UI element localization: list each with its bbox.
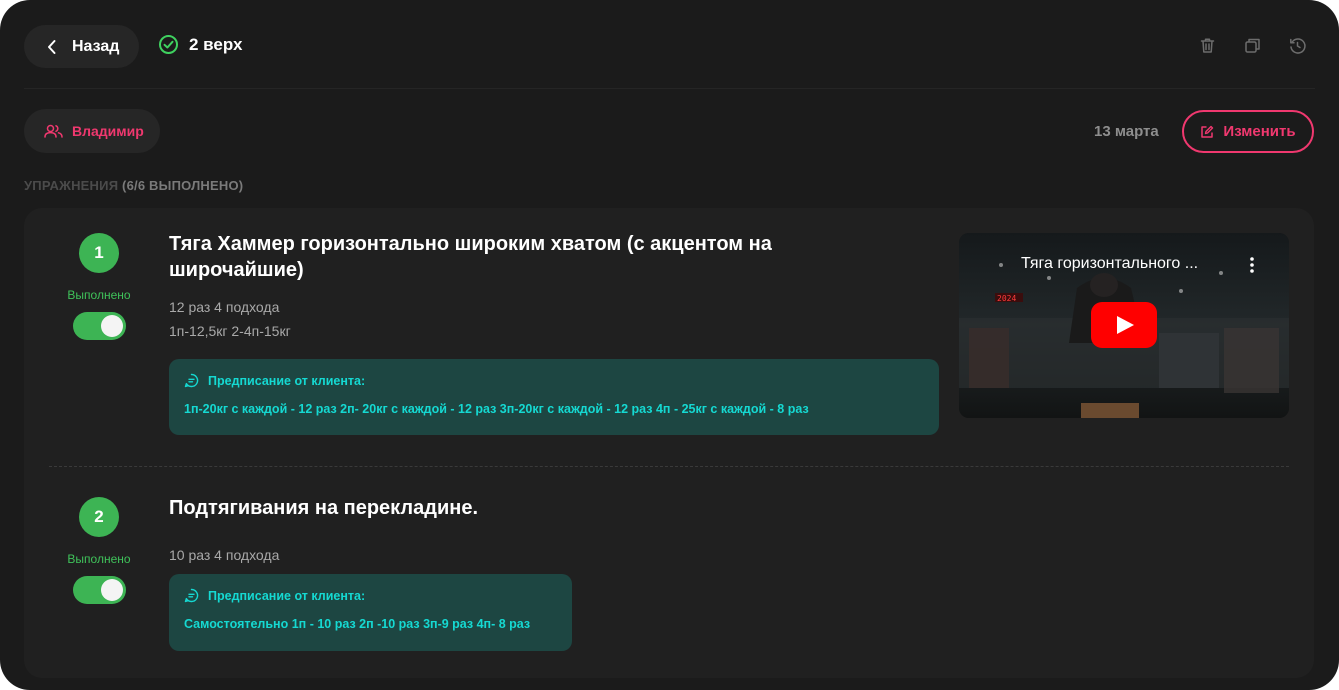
header-divider: [24, 88, 1315, 89]
workout-date: 13 марта: [1094, 123, 1159, 140]
client-note-text: Самостоятельно 1п - 10 раз 2п -10 раз 3п…: [184, 617, 531, 631]
page-title: 2 верх: [189, 34, 243, 54]
client-note-text: 1п-20кг с каждой - 12 раз 2п- 20кг с каж…: [184, 402, 809, 416]
toggle-knob: [101, 579, 123, 601]
done-toggle[interactable]: [73, 312, 126, 340]
client-note-header: Предписание от клиента:: [184, 588, 557, 603]
client-note-title: Предписание от клиента:: [208, 588, 366, 603]
comment-icon: [184, 373, 199, 388]
users-icon: [44, 124, 63, 138]
exercise-item: 2 Выполнено Подтягивания на перекладине.…: [24, 466, 1314, 678]
client-name: Владимир: [72, 123, 144, 139]
done-toggle[interactable]: [73, 576, 126, 604]
chevron-left-icon: [48, 39, 56, 54]
exercise-title: Тяга Хаммер горизонтально широким хватом…: [169, 231, 772, 283]
section-title: УПРАЖНЕНИЯ: [24, 178, 119, 193]
video-player[interactable]: 2024 Тяга горизонтального ...: [959, 233, 1289, 418]
section-heading: УПРАЖНЕНИЯ (6/6 ВЫПОЛНЕНО): [24, 178, 243, 193]
client-chip[interactable]: Владимир: [24, 109, 160, 153]
header: Назад 2 верх: [0, 0, 1339, 90]
exercise-status: Выполнено: [67, 288, 131, 302]
copy-icon[interactable]: [1243, 36, 1262, 55]
exercise-title: Подтягивания на перекладине.: [169, 497, 479, 519]
workout-title-block: 2 верх: [158, 34, 242, 55]
edit-icon: [1201, 125, 1214, 138]
exercise-status: Выполнено: [67, 552, 131, 566]
exercise-number: 1: [79, 233, 119, 273]
exercise-title-line-2: широчайшие): [169, 259, 304, 281]
svg-text:2024: 2024: [997, 294, 1016, 303]
edit-button-label: Изменить: [1223, 123, 1296, 140]
exercise-number: 2: [79, 497, 119, 537]
client-note: Предписание от клиента: 1п-20кг с каждой…: [169, 359, 939, 435]
edit-button[interactable]: Изменить: [1182, 110, 1314, 153]
client-note-title: Предписание от клиента:: [208, 373, 366, 388]
exercise-meta: 12 раз 4 подхода 1п-12,5кг 2-4п-15кг: [169, 295, 291, 343]
back-button[interactable]: Назад: [24, 25, 139, 68]
back-button-label: Назад: [72, 37, 120, 55]
exercise-reps: 10 раз 4 подхода: [169, 547, 280, 563]
header-actions: [1198, 36, 1307, 55]
exercise-reps: 12 раз 4 подхода: [169, 299, 280, 315]
exercises-card: 1 Выполнено Тяга Хаммер горизонтально ши…: [24, 208, 1314, 678]
more-vertical-icon[interactable]: [1244, 255, 1260, 275]
video-title: Тяга горизонтального ...: [1021, 255, 1199, 272]
exercise-weights: 1п-12,5кг 2-4п-15кг: [169, 323, 291, 339]
toggle-knob: [101, 315, 123, 337]
play-icon[interactable]: [1091, 302, 1157, 348]
check-circle-icon: [159, 35, 178, 54]
client-note-header: Предписание от клиента:: [184, 373, 924, 388]
history-icon[interactable]: [1288, 36, 1307, 55]
workout-window: Назад 2 верх Владимир 13 марта Изменить …: [0, 0, 1339, 690]
section-progress: (6/6 ВЫПОЛНЕНО): [122, 178, 244, 193]
exercise-title-line-1: Тяга Хаммер горизонтально широким хватом…: [169, 233, 772, 255]
comment-icon: [184, 588, 199, 603]
trash-icon[interactable]: [1198, 36, 1217, 55]
exercise-item: 1 Выполнено Тяга Хаммер горизонтально ши…: [24, 208, 1314, 466]
client-note: Предписание от клиента: Самостоятельно 1…: [169, 574, 572, 651]
